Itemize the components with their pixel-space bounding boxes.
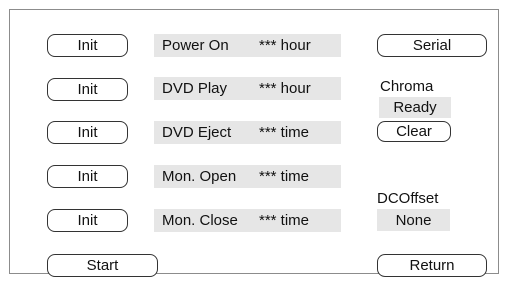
service-panel: Init Init Init Init Init Power On *** ho… bbox=[9, 9, 499, 277]
counter-power-on: Power On *** hour bbox=[154, 34, 341, 57]
dcoffset-status: None bbox=[377, 209, 450, 231]
counter-value: *** time bbox=[259, 212, 310, 229]
counter-dvd-play: DVD Play *** hour bbox=[154, 77, 341, 100]
counter-value: *** time bbox=[259, 168, 310, 185]
start-button[interactable]: Start bbox=[47, 254, 158, 277]
counter-label: Mon. Open bbox=[162, 168, 237, 185]
init-dvd-eject-button[interactable]: Init bbox=[47, 121, 128, 144]
counter-label: Power On bbox=[162, 37, 229, 54]
counter-label: Mon. Close bbox=[162, 212, 238, 229]
dcoffset-title: DCOffset bbox=[377, 190, 439, 207]
counter-value: *** hour bbox=[259, 37, 311, 54]
counter-mon-open: Mon. Open *** time bbox=[154, 165, 341, 188]
counter-mon-close: Mon. Close *** time bbox=[154, 209, 341, 232]
clear-button[interactable]: Clear bbox=[377, 121, 451, 142]
init-mon-close-button[interactable]: Init bbox=[47, 209, 128, 232]
serial-button[interactable]: Serial bbox=[377, 34, 487, 57]
chroma-title: Chroma bbox=[380, 78, 434, 95]
counter-value: *** hour bbox=[259, 80, 311, 97]
counter-label: DVD Play bbox=[162, 80, 228, 97]
init-power-on-button[interactable]: Init bbox=[47, 34, 128, 57]
init-dvd-play-button[interactable]: Init bbox=[47, 78, 128, 101]
return-button[interactable]: Return bbox=[377, 254, 487, 277]
counter-dvd-eject: DVD Eject *** time bbox=[154, 121, 341, 144]
counter-label: DVD Eject bbox=[162, 124, 232, 141]
chroma-status: Ready bbox=[379, 97, 451, 118]
counter-value: *** time bbox=[259, 124, 310, 141]
init-mon-open-button[interactable]: Init bbox=[47, 165, 128, 188]
